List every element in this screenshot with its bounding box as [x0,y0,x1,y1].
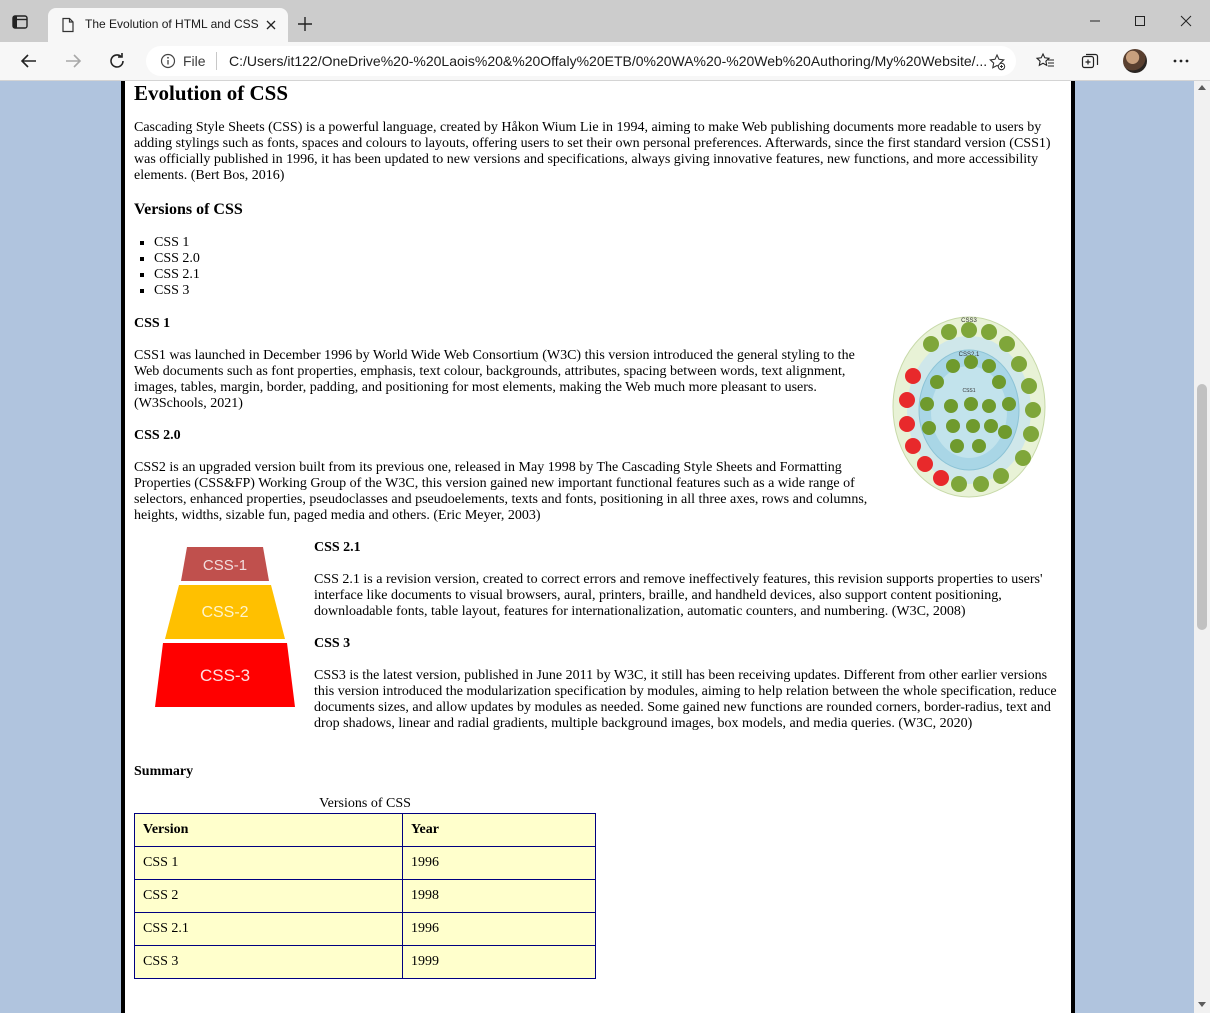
vertical-scrollbar[interactable] [1194,81,1210,1013]
table-header-row: Version Year [134,813,596,847]
tab-active[interactable]: The Evolution of HTML and CSS [48,8,288,42]
profile-avatar[interactable] [1123,49,1147,73]
add-favorite-icon[interactable] [988,53,1006,71]
collections-icon[interactable] [1080,51,1100,71]
table-row: CSS 1 1996 [134,846,596,880]
table-cell: CSS 1 [134,846,403,880]
pyramid-label-1: CSS-1 [203,557,247,574]
table-row: CSS 2.1 1996 [134,912,596,946]
table-row: CSS 3 1999 [134,945,596,979]
scroll-up-icon[interactable] [1198,85,1206,90]
browser-toolbar: File C:/Users/it122/OneDrive%20-%20Laois… [0,42,1210,81]
info-icon[interactable] [160,53,176,69]
tab-title: The Evolution of HTML and CSS [85,17,259,31]
address-url[interactable]: C:/Users/it122/OneDrive%20-%20Laois%20&%… [229,53,987,69]
table-cell: 1999 [402,945,596,979]
minimize-icon[interactable] [1075,10,1115,32]
css3-paragraph: CSS3 is the latest version, published in… [314,668,1057,731]
page-container: Evolution of CSS Cascading Style Sheets … [121,81,1075,1013]
table-cell: CSS 3 [134,945,403,979]
maximize-icon[interactable] [1120,10,1160,32]
intro-paragraph: Cascading Style Sheets (CSS) is a powerf… [134,120,1051,183]
list-item: CSS 2.0 [154,251,200,267]
list-item: CSS 3 [154,283,200,299]
address-scheme: File [183,53,206,69]
summary-heading: Summary [134,764,194,779]
list-item: CSS 2.1 [154,267,200,283]
table-cell: CSS 2.1 [134,912,403,946]
table-header-year: Year [402,813,596,847]
versions-table: Version Year CSS 1 1996 CSS 2 1998 CSS 2… [134,813,596,979]
more-options-icon[interactable] [1171,51,1191,71]
table-header-version: Version [134,813,403,847]
diagram-label-inner: CSS1 [962,388,975,394]
versions-heading: Versions of CSS [134,201,243,218]
css-pyramid-image: CSS-1 CSS-2 CSS-3 [155,547,295,707]
window-close-icon[interactable] [1166,10,1206,32]
file-icon [62,17,74,33]
tab-actions-icon[interactable] [10,12,30,32]
pyramid-label-2: CSS-2 [201,604,248,621]
css21-heading: CSS 2.1 [314,540,361,555]
table-cell: CSS 2 [134,879,403,913]
css1-heading: CSS 1 [134,316,171,331]
table-cell: 1996 [402,846,596,880]
css3-heading: CSS 3 [314,636,351,651]
refresh-icon[interactable] [106,50,128,72]
table-row: CSS 2 1998 [134,879,596,913]
new-tab-icon[interactable] [295,14,315,34]
css20-paragraph: CSS2 is an upgraded version built from i… [134,460,868,523]
page-viewport: Evolution of CSS Cascading Style Sheets … [0,81,1194,1013]
css21-paragraph: CSS 2.1 is a revision version, created t… [314,572,1043,619]
table-cell: 1996 [402,912,596,946]
forward-icon[interactable] [62,50,84,72]
address-bar[interactable]: File C:/Users/it122/OneDrive%20-%20Laois… [146,46,1016,76]
table-caption: Versions of CSS [319,796,411,811]
page-title: Evolution of CSS [134,81,289,105]
css-modules-diagram: CSS3 CSS2.1 CSS1 [892,316,1046,498]
favorites-icon[interactable] [1035,51,1055,71]
pyramid-label-3: CSS-3 [200,666,250,685]
back-icon[interactable] [18,50,40,72]
scroll-down-icon[interactable] [1198,1002,1206,1007]
close-icon[interactable] [263,17,279,33]
css1-paragraph: CSS1 was launched in December 1996 by Wo… [134,348,855,411]
versions-list: CSS 1 CSS 2.0 CSS 2.1 CSS 3 [134,235,200,299]
list-item: CSS 1 [154,235,200,251]
table-cell: 1998 [402,879,596,913]
tab-strip: The Evolution of HTML and CSS [0,0,1210,42]
address-divider [216,52,217,70]
css20-heading: CSS 2.0 [134,428,181,443]
scrollbar-thumb[interactable] [1197,384,1207,630]
